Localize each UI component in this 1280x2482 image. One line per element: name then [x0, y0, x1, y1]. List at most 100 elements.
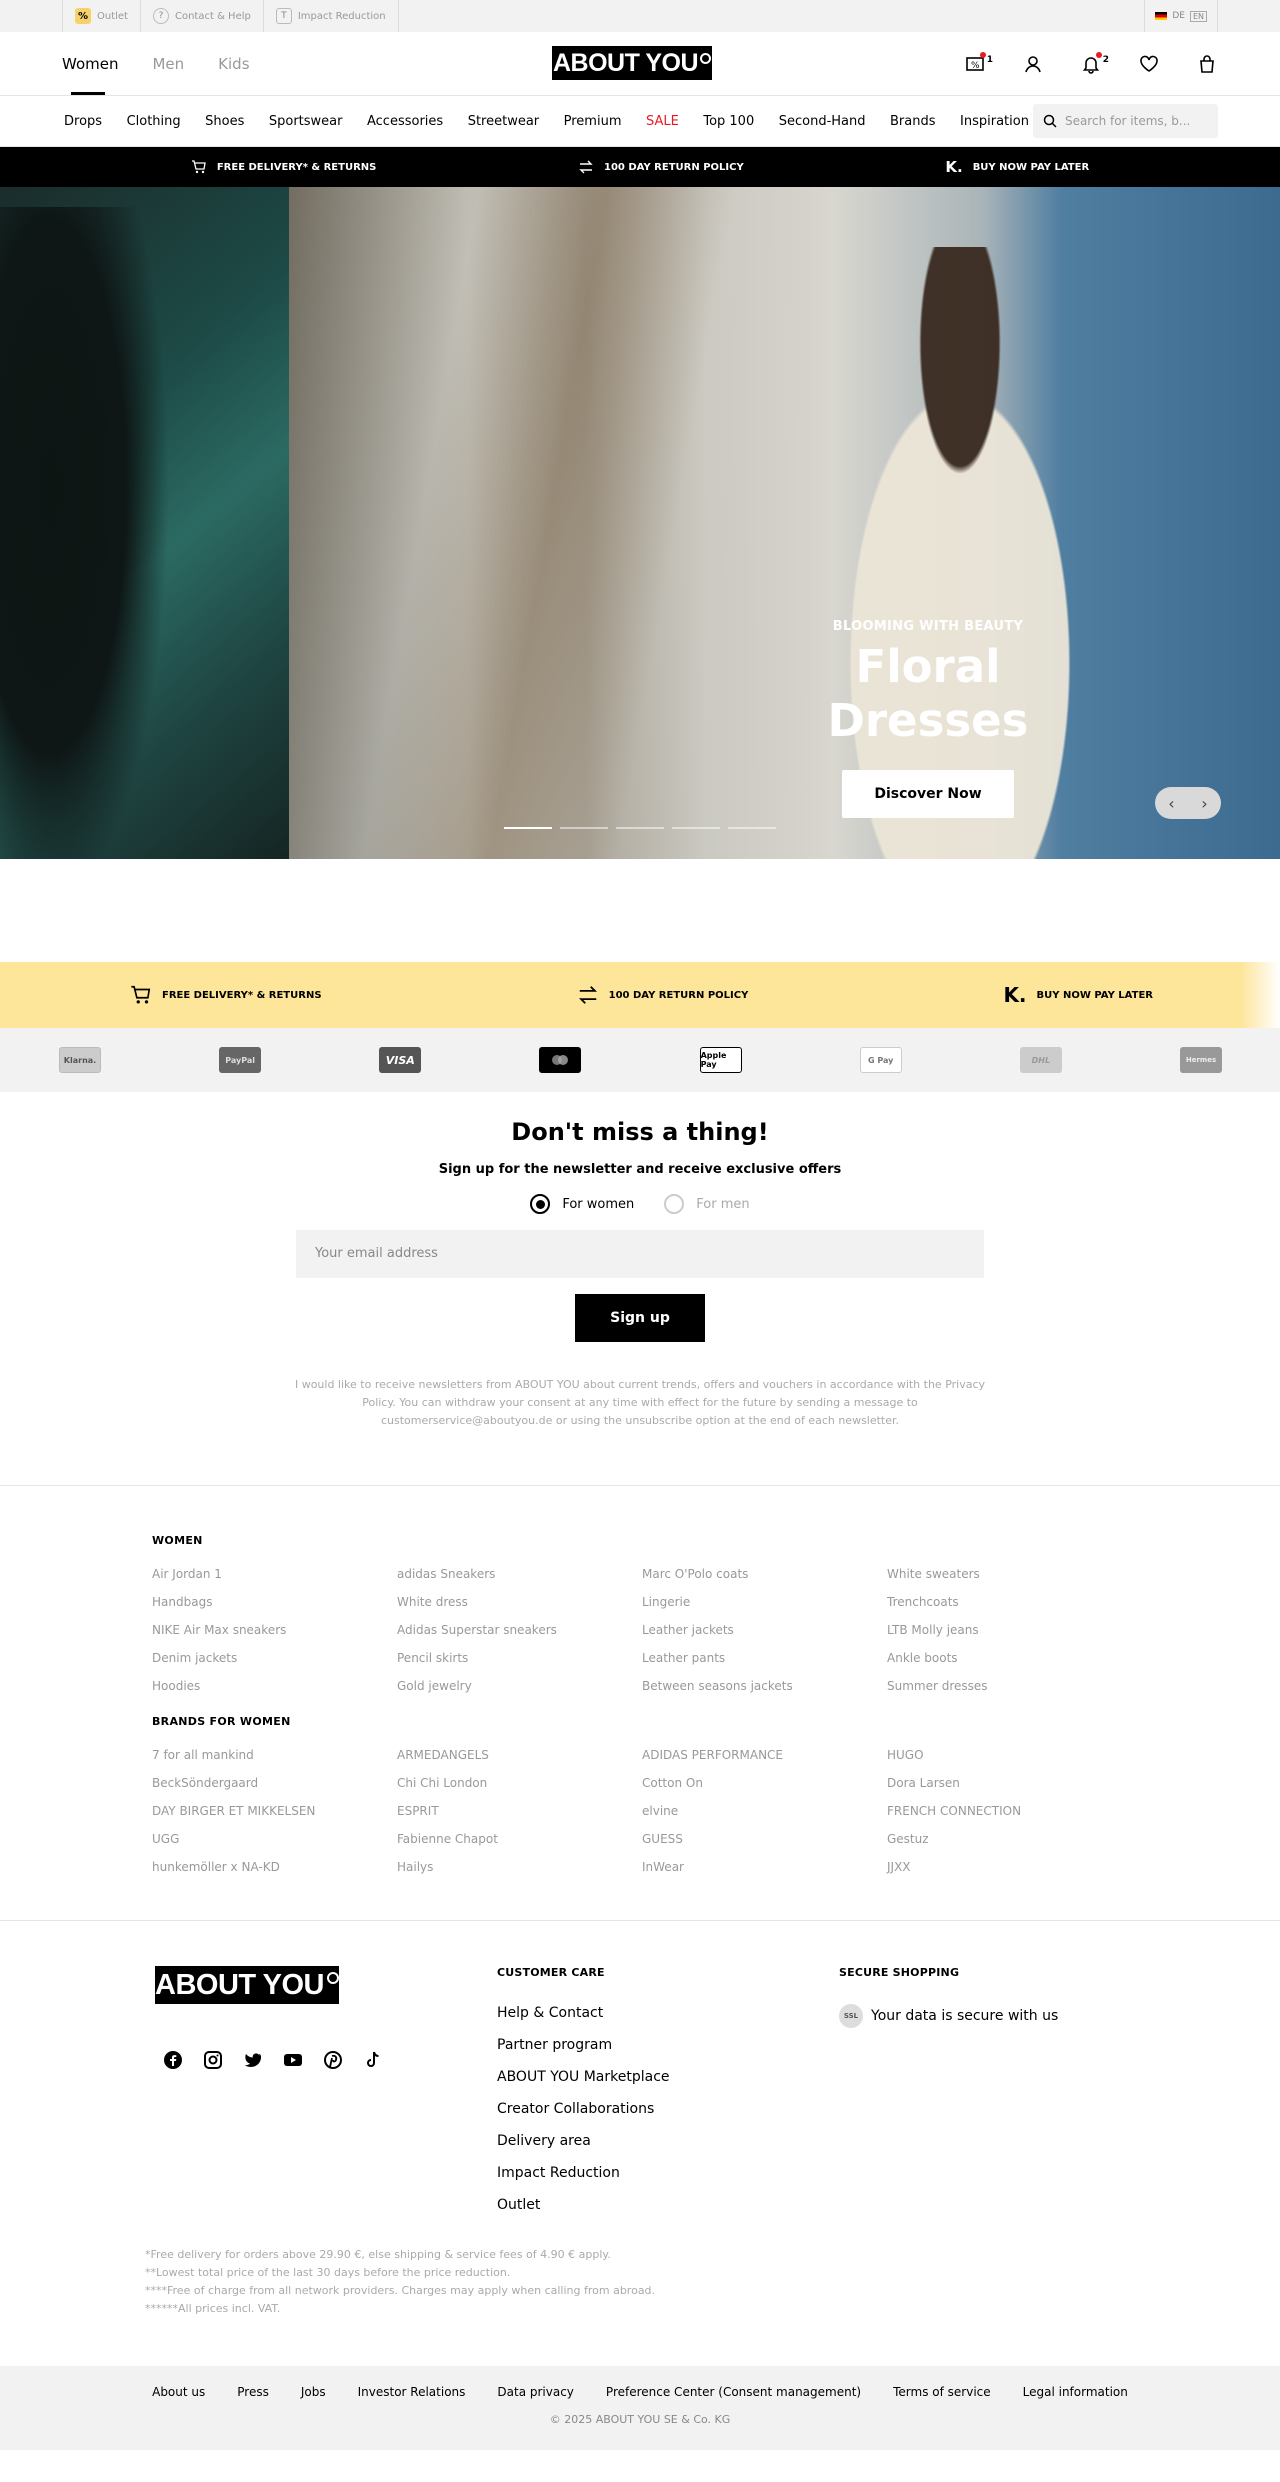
- lang-en[interactable]: EN: [1189, 10, 1207, 22]
- wishlist-button[interactable]: [1138, 53, 1160, 75]
- carousel-dot[interactable]: [728, 827, 776, 829]
- hero-banner[interactable]: BLOOMING WITH BEAUTY Floral Dresses Disc…: [0, 187, 1280, 859]
- seo-link[interactable]: Summer dresses: [887, 1679, 1132, 1693]
- seo-link[interactable]: Handbags: [152, 1595, 397, 1609]
- brand-link[interactable]: Fabienne Chapot: [397, 1832, 642, 1846]
- nav-premium[interactable]: Premium: [564, 114, 622, 129]
- seo-link[interactable]: Ankle boots: [887, 1651, 1132, 1665]
- impact-reduction-link[interactable]: T Impact Reduction: [262, 0, 399, 32]
- chevron-left-icon[interactable]: ‹: [1168, 794, 1174, 813]
- radio-checked[interactable]: [530, 1194, 551, 1214]
- brand-link[interactable]: InWear: [642, 1860, 887, 1874]
- notifications-button[interactable]: 2: [1080, 51, 1109, 75]
- nav-second-hand[interactable]: Second-Hand: [779, 114, 866, 129]
- bottom-link-legal[interactable]: Legal information: [1023, 2385, 1128, 2399]
- seo-link[interactable]: adidas Sneakers: [397, 1567, 642, 1581]
- seo-link[interactable]: Pencil skirts: [397, 1651, 642, 1665]
- radio-unchecked[interactable]: [664, 1194, 685, 1214]
- seo-link[interactable]: Leather pants: [642, 1651, 887, 1665]
- nav-streetwear[interactable]: Streetwear: [468, 114, 539, 129]
- tab-women[interactable]: Women: [62, 32, 118, 95]
- brand-link[interactable]: Gestuz: [887, 1832, 1132, 1846]
- account-button[interactable]: [1022, 53, 1044, 75]
- brand-link[interactable]: ARMEDANGELS: [397, 1748, 642, 1762]
- pinterest-icon[interactable]: [323, 2050, 343, 2070]
- brand-link[interactable]: BeckSöndergaard: [152, 1776, 397, 1790]
- basket-button[interactable]: [1196, 53, 1218, 75]
- email-field[interactable]: Your email address: [296, 1230, 984, 1278]
- outlet-link[interactable]: % Outlet: [62, 0, 140, 32]
- brand-link[interactable]: ADIDAS PERFORMANCE: [642, 1748, 887, 1762]
- facebook-icon[interactable]: [163, 2050, 183, 2070]
- bottom-link-press[interactable]: Press: [237, 2385, 269, 2399]
- nav-accessories[interactable]: Accessories: [367, 114, 443, 129]
- seo-link[interactable]: Marc O'Polo coats: [642, 1567, 887, 1581]
- brand-link[interactable]: GUESS: [642, 1832, 887, 1846]
- seo-link[interactable]: Hoodies: [152, 1679, 397, 1693]
- about-you-logo[interactable]: ABOUT YOU: [552, 46, 712, 80]
- signup-button[interactable]: Sign up: [575, 1294, 705, 1342]
- instagram-icon[interactable]: [203, 2050, 223, 2070]
- lang-de[interactable]: DE: [1172, 11, 1185, 21]
- tab-kids[interactable]: Kids: [218, 32, 249, 95]
- footer-link-partner-program[interactable]: Partner program: [497, 2037, 839, 2053]
- footer-link-outlet[interactable]: Outlet: [497, 2197, 839, 2213]
- footer-link-delivery-area[interactable]: Delivery area: [497, 2133, 839, 2149]
- seo-link[interactable]: Trenchcoats: [887, 1595, 1132, 1609]
- carousel-dot[interactable]: [504, 827, 552, 829]
- discover-now-button[interactable]: Discover Now: [842, 770, 1014, 818]
- brand-link[interactable]: Hailys: [397, 1860, 642, 1874]
- nav-shoes[interactable]: Shoes: [205, 114, 244, 129]
- nav-clothing[interactable]: Clothing: [127, 114, 181, 129]
- seo-link[interactable]: Adidas Superstar sneakers: [397, 1623, 642, 1637]
- seo-link[interactable]: Gold jewelry: [397, 1679, 642, 1693]
- tab-men[interactable]: Men: [152, 32, 184, 95]
- brand-link[interactable]: DAY BIRGER ET MIKKELSEN: [152, 1804, 397, 1818]
- seo-link[interactable]: LTB Molly jeans: [887, 1623, 1132, 1637]
- seo-link[interactable]: Between seasons jackets: [642, 1679, 887, 1693]
- footer-link-help-contact[interactable]: Help & Contact: [497, 2005, 839, 2021]
- nav-inspiration[interactable]: Inspiration: [960, 114, 1029, 129]
- search-input[interactable]: Search for items, b...: [1032, 104, 1218, 138]
- seo-link[interactable]: Air Jordan 1: [152, 1567, 397, 1581]
- footer-link-marketplace[interactable]: ABOUT YOU Marketplace: [497, 2069, 839, 2085]
- brand-link[interactable]: Dora Larsen: [887, 1776, 1132, 1790]
- nav-sportswear[interactable]: Sportswear: [269, 114, 343, 129]
- offers-button[interactable]: % 1: [964, 51, 993, 75]
- brand-link[interactable]: Chi Chi London: [397, 1776, 642, 1790]
- seo-link[interactable]: White sweaters: [887, 1567, 1132, 1581]
- nav-drops[interactable]: Drops: [64, 114, 102, 129]
- seo-link[interactable]: Leather jackets: [642, 1623, 887, 1637]
- twitter-icon[interactable]: [243, 2050, 263, 2070]
- tiktok-icon[interactable]: [363, 2050, 383, 2070]
- chevron-right-icon[interactable]: ›: [1201, 794, 1207, 813]
- secure-shopping-item[interactable]: SSL Your data is secure with us: [839, 2004, 1058, 2028]
- language-switcher[interactable]: DE EN: [1144, 0, 1218, 32]
- bottom-link-investor-relations[interactable]: Investor Relations: [358, 2385, 466, 2399]
- radio-for-men[interactable]: For men: [664, 1194, 750, 1214]
- seo-link[interactable]: White dress: [397, 1595, 642, 1609]
- brand-link[interactable]: JJXX: [887, 1860, 1132, 1874]
- nav-brands[interactable]: Brands: [890, 114, 936, 129]
- footer-link-impact-reduction[interactable]: Impact Reduction: [497, 2165, 839, 2181]
- seo-link[interactable]: Denim jackets: [152, 1651, 397, 1665]
- bottom-link-about-us[interactable]: About us: [152, 2385, 205, 2399]
- carousel-dot[interactable]: [560, 827, 608, 829]
- brand-link[interactable]: 7 for all mankind: [152, 1748, 397, 1762]
- carousel-dot[interactable]: [672, 827, 720, 829]
- brand-link[interactable]: HUGO: [887, 1748, 1132, 1762]
- seo-link[interactable]: Lingerie: [642, 1595, 887, 1609]
- bottom-link-jobs[interactable]: Jobs: [301, 2385, 326, 2399]
- customer-service-email-link[interactable]: customerservice@aboutyou.de: [381, 1414, 552, 1427]
- carousel-dot[interactable]: [616, 827, 664, 829]
- brand-link[interactable]: ESPRIT: [397, 1804, 642, 1818]
- bottom-link-preference-center[interactable]: Preference Center (Consent management): [606, 2385, 861, 2399]
- nav-top-100[interactable]: Top 100: [703, 114, 754, 129]
- seo-link[interactable]: NIKE Air Max sneakers: [152, 1623, 397, 1637]
- nav-sale[interactable]: SALE: [646, 114, 679, 129]
- footer-link-creator-collaborations[interactable]: Creator Collaborations: [497, 2101, 839, 2117]
- radio-for-women[interactable]: For women: [530, 1194, 634, 1214]
- brand-link[interactable]: hunkemöller x NA-KD: [152, 1860, 397, 1874]
- brand-link[interactable]: elvine: [642, 1804, 887, 1818]
- footer-logo[interactable]: ABOUT YOU: [155, 1966, 339, 2004]
